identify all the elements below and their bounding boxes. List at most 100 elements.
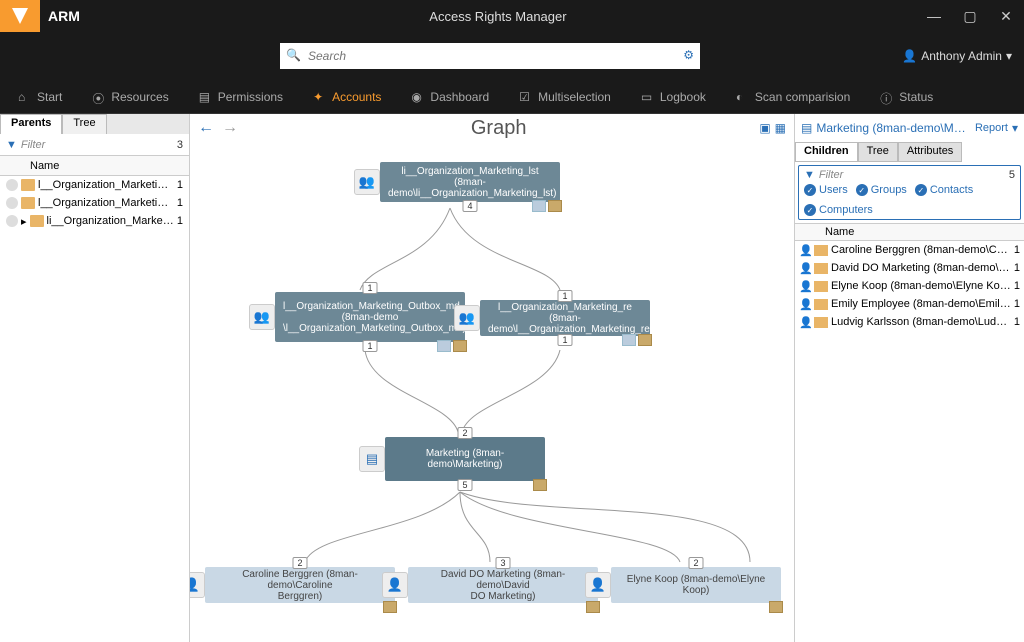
nav-logbook[interactable]: ▭Logbook <box>635 86 712 108</box>
user-icon: 👤 <box>382 572 408 598</box>
graph-node-david[interactable]: 👤 3 David DO Marketing (8man-demo\DavidD… <box>408 567 598 603</box>
app-name: ARM <box>48 8 80 24</box>
node-child-count: 1 <box>362 340 377 352</box>
node-child-count: 1 <box>557 334 572 346</box>
graph-title: Graph <box>238 117 759 140</box>
graph-panel: ← → Graph ▣ ▦ 👥 li__O <box>190 114 794 642</box>
graph-tool-2-icon[interactable]: ▦ <box>775 121 786 135</box>
graph-node-outbox[interactable]: 👥 1 l__Organization_Marketing_Outbox_md(… <box>275 292 465 342</box>
chevron-down-icon: ▾ <box>1006 49 1012 63</box>
group-icon <box>6 215 18 227</box>
search-icon: 🔍 <box>286 48 301 62</box>
graph-node-top[interactable]: 👥 li__Organization_Marketing_lst (8man-d… <box>380 162 560 202</box>
node-child-count: 4 <box>462 200 477 212</box>
list-item[interactable]: l__Organization_Marketing_…1 <box>0 194 189 212</box>
titlebar: ARM Access Rights Manager — ▢ ✕ <box>0 0 1024 32</box>
node-parent-count: 2 <box>292 557 307 569</box>
chip-icon <box>453 340 467 352</box>
close-button[interactable]: ✕ <box>988 0 1024 32</box>
node-parent-count: 1 <box>557 290 572 302</box>
nav-resources[interactable]: ⦿Resources <box>86 86 174 108</box>
folder-icon <box>814 245 828 256</box>
user-icon: 👤 <box>799 280 811 293</box>
server-icon: ▤ <box>801 121 812 135</box>
nav-permissions[interactable]: ▤Permissions <box>193 86 289 108</box>
table-row[interactable]: 👤Caroline Berggren (8man-demo\Caroli…1 <box>795 241 1024 259</box>
tab-tree[interactable]: Tree <box>62 114 106 134</box>
list-item[interactable]: ▸li__Organization_Marketing…1 <box>0 212 189 230</box>
report-link[interactable]: Report <box>975 122 1008 134</box>
tab-tree-right[interactable]: Tree <box>858 142 898 162</box>
tab-children[interactable]: Children <box>795 142 858 162</box>
folder-icon <box>814 263 828 274</box>
user-icon: 👤 <box>799 244 811 257</box>
chip-icon <box>437 340 451 352</box>
folder-icon <box>814 299 828 310</box>
node-parent-count: 2 <box>688 557 703 569</box>
group-icon: 👥 <box>354 169 380 195</box>
graph-node-caroline[interactable]: 👤 2 Caroline Berggren (8man-demo\Carolin… <box>205 567 395 603</box>
nav-scan-comparision[interactable]: ◐Scan comparision <box>730 86 856 108</box>
user-icon: 👤 <box>902 49 917 63</box>
gear-icon[interactable]: ⚙ <box>683 48 694 62</box>
chip-computers[interactable]: ✓Computers <box>804 204 873 216</box>
app-logo <box>0 0 40 32</box>
search-row: 🔍 ⚙ 👤 Anthony Admin ▾ <box>0 32 1024 80</box>
node-child-count: 5 <box>457 479 472 491</box>
filter-count: 3 <box>177 139 183 151</box>
table-row[interactable]: 👤Ludvig Karlsson (8man-demo\Ludvig…1 <box>795 313 1024 331</box>
chip-icon <box>533 479 547 491</box>
node-parent-count: 1 <box>362 282 377 294</box>
filter-input-right[interactable]: Filter <box>819 169 843 181</box>
left-panel: Parents Tree ▼ Filter 3 Name l__Organiza… <box>0 114 190 642</box>
user-icon: 👤 <box>799 262 811 275</box>
search-input[interactable] <box>280 43 700 69</box>
chip-groups[interactable]: ✓Groups <box>856 184 907 196</box>
graph-node-elyne[interactable]: 👤 2 Elyne Koop (8man-demo\Elyne Koop) <box>611 567 781 603</box>
group-icon <box>6 179 18 191</box>
chip-users[interactable]: ✓Users <box>804 184 848 196</box>
filter-count-right: 5 <box>1009 169 1015 181</box>
chip-icon <box>548 200 562 212</box>
group-icon: 👥 <box>454 305 480 331</box>
user-icon: 👤 <box>190 572 205 598</box>
nav-bar: ⌂Start ⦿Resources ▤Permissions ✦Accounts… <box>0 80 1024 114</box>
chip-contacts[interactable]: ✓Contacts <box>915 184 973 196</box>
forward-arrow-icon[interactable]: → <box>222 119 238 137</box>
right-title: Marketing (8man-demo\Ma… <box>816 121 971 135</box>
filter-icon: ▼ <box>804 169 815 181</box>
chip-icon <box>532 200 546 212</box>
right-panel: ▤ Marketing (8man-demo\Ma… Report ▾ Chil… <box>794 114 1024 642</box>
tab-attributes[interactable]: Attributes <box>898 142 962 162</box>
maximize-button[interactable]: ▢ <box>952 0 988 32</box>
list-item[interactable]: l__Organization_Marketing_…1 <box>0 176 189 194</box>
back-arrow-icon[interactable]: ← <box>198 119 214 137</box>
chip-icon <box>638 334 652 346</box>
minimize-button[interactable]: — <box>916 0 952 32</box>
chip-icon <box>622 334 636 346</box>
server-icon: ▤ <box>359 446 385 472</box>
table-row[interactable]: 👤Emily Employee (8man-demo\Emily E…1 <box>795 295 1024 313</box>
table-row[interactable]: 👤David DO Marketing (8man-demo\Da…1 <box>795 259 1024 277</box>
user-icon: 👤 <box>799 298 811 311</box>
table-row[interactable]: 👤Elyne Koop (8man-demo\Elyne Koop)1 <box>795 277 1024 295</box>
group-icon <box>6 197 18 209</box>
tab-parents[interactable]: Parents <box>0 114 62 134</box>
expand-icon[interactable]: ▸ <box>21 215 27 228</box>
chevron-down-icon[interactable]: ▾ <box>1012 121 1018 135</box>
graph-node-marketing[interactable]: ▤ 2 Marketing (8man-demo\Marketing) 5 <box>385 437 545 481</box>
folder-icon <box>30 215 44 227</box>
filter-input-left[interactable]: Filter <box>21 139 45 151</box>
right-header: Name <box>795 223 1024 241</box>
user-menu[interactable]: 👤 Anthony Admin ▾ <box>902 49 1012 63</box>
folder-icon <box>21 179 35 191</box>
chip-icon <box>586 601 600 613</box>
graph-node-re[interactable]: 👥 1 l__Organization_Marketing_re (8man-d… <box>480 300 650 336</box>
nav-accounts[interactable]: ✦Accounts <box>307 86 387 108</box>
nav-multiselection[interactable]: ☑Multiselection <box>513 86 617 108</box>
nav-start[interactable]: ⌂Start <box>12 86 68 108</box>
nav-dashboard[interactable]: ◉Dashboard <box>405 86 495 108</box>
node-parent-count: 2 <box>457 427 472 439</box>
nav-status[interactable]: ⓘStatus <box>874 86 939 108</box>
graph-tool-1-icon[interactable]: ▣ <box>759 121 770 135</box>
